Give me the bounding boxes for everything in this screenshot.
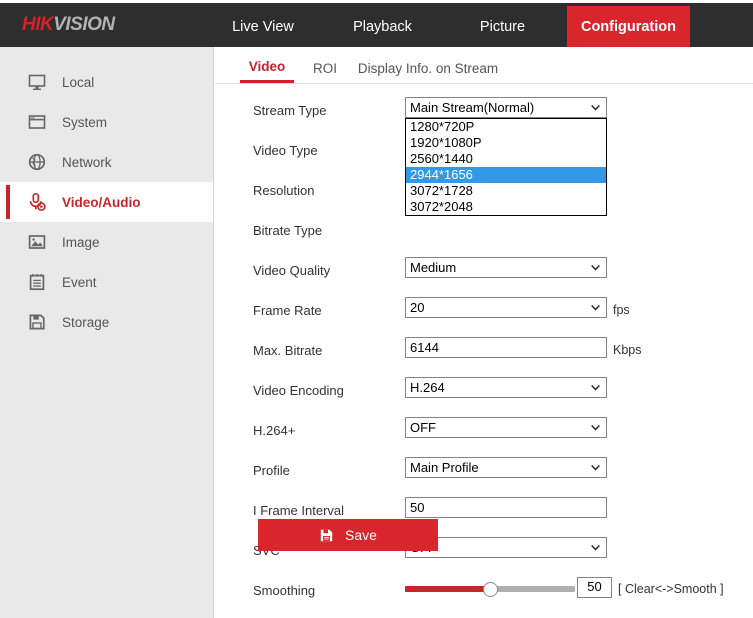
sidebar-item-image[interactable]: Image xyxy=(0,222,213,262)
sidebar-item-video-audio[interactable]: Video/Audio xyxy=(0,182,213,222)
stream-type-label: Stream Type xyxy=(253,103,327,118)
dropdown-option[interactable]: 1280*720P xyxy=(406,119,606,135)
form-row-video-quality: Video Quality Medium xyxy=(215,252,753,292)
form-row-max-bitrate: Max. Bitrate 6144 Kbps xyxy=(215,332,753,372)
nav-item-configuration[interactable]: Configuration xyxy=(567,6,690,47)
max-bitrate-input[interactable]: 6144 xyxy=(405,337,607,358)
profile-label: Profile xyxy=(253,463,290,478)
max-bitrate-unit: Kbps xyxy=(613,343,642,357)
form-row-stream-type: Stream Type Main Stream(Normal) 1280*720… xyxy=(215,92,753,216)
dropdown-option[interactable]: 3072*2048 xyxy=(406,199,606,215)
tab-bar: Video ROI Display Info. on Stream xyxy=(215,53,753,84)
max-bitrate-label: Max. Bitrate xyxy=(253,343,323,358)
resolution-label: Resolution xyxy=(253,183,315,198)
h264-plus-label: H.264+ xyxy=(253,423,296,438)
stream-type-value: Main Stream(Normal) xyxy=(410,100,535,115)
sidebar-item-system[interactable]: System xyxy=(0,102,213,142)
dropdown-option[interactable]: 2560*1440 xyxy=(406,151,606,167)
h264-plus-select[interactable]: OFF xyxy=(405,417,607,438)
logo-text-hik: HIK xyxy=(22,14,54,35)
sidebar-item-label: System xyxy=(62,114,108,130)
chevron-down-icon xyxy=(591,105,600,111)
smoothing-hint-label: [ Clear<->Smooth ] xyxy=(618,582,724,596)
i-frame-interval-value: 50 xyxy=(410,500,425,515)
chevron-down-icon xyxy=(591,545,600,551)
sidebar-item-label: Network xyxy=(62,154,112,170)
video-type-label: Video Type xyxy=(253,143,318,158)
h264-plus-value: OFF xyxy=(410,420,436,435)
video-quality-value: Medium xyxy=(410,260,457,275)
form-row-bitrate-type: Bitrate Type xyxy=(215,212,753,252)
sidebar-item-storage[interactable]: Storage xyxy=(0,302,213,342)
dropdown-option-selected[interactable]: 2944*1656 xyxy=(406,167,606,183)
microphone-icon xyxy=(26,191,48,213)
i-frame-interval-input[interactable]: 50 xyxy=(405,497,607,518)
video-quality-select[interactable]: Medium xyxy=(405,257,607,278)
frame-rate-select[interactable]: 20 xyxy=(405,297,607,318)
sidebar-item-network[interactable]: Network xyxy=(0,142,213,182)
profile-value: Main Profile xyxy=(410,460,479,475)
floppy-disk-icon xyxy=(320,529,333,541)
video-quality-label: Video Quality xyxy=(253,263,331,278)
smoothing-slider[interactable] xyxy=(405,582,575,597)
save-button[interactable]: Save xyxy=(258,519,438,551)
sidebar-item-local[interactable]: Local xyxy=(0,62,213,102)
chevron-down-icon xyxy=(591,465,600,471)
video-encoding-value: H.264 xyxy=(410,380,445,395)
chevron-down-icon xyxy=(591,265,600,271)
sidebar-item-label: Storage xyxy=(62,314,110,330)
form-row-frame-rate: Frame Rate 20 fps xyxy=(215,292,753,332)
form-row-profile: Profile Main Profile xyxy=(215,452,753,492)
smoothing-slider-fill xyxy=(405,586,490,592)
frame-rate-label: Frame Rate xyxy=(253,303,322,318)
sidebar-item-label: Local xyxy=(62,74,95,90)
top-header-bar: HIKVISION Live View Playback Picture Con… xyxy=(0,3,753,47)
save-button-label: Save xyxy=(345,527,377,543)
i-frame-interval-label: I Frame Interval xyxy=(253,503,345,518)
tab-display-info-on-stream[interactable]: Display Info. on Stream xyxy=(353,53,503,83)
monitor-icon xyxy=(26,71,48,93)
resolution-dropdown-list[interactable]: 1280*720P 1920*1080P 2560*1440 2944*1656… xyxy=(405,118,607,216)
smoothing-label: Smoothing xyxy=(253,583,316,598)
notepad-icon xyxy=(26,271,48,293)
frame-rate-unit: fps xyxy=(613,303,630,317)
sidebar-item-event[interactable]: Event xyxy=(0,262,213,302)
video-encoding-label: Video Encoding xyxy=(253,383,344,398)
content-panel: Video ROI Display Info. on Stream Stream… xyxy=(215,47,753,618)
globe-icon xyxy=(26,151,48,173)
smoothing-value-input[interactable]: 50 xyxy=(577,577,612,598)
profile-select[interactable]: Main Profile xyxy=(405,457,607,478)
chevron-down-icon xyxy=(591,385,600,391)
tab-roi[interactable]: ROI xyxy=(307,53,343,83)
nav-item-live-view[interactable]: Live View xyxy=(212,6,314,47)
hikvision-logo: HIKVISION xyxy=(22,14,115,36)
logo-text-vision: VISION xyxy=(53,14,115,35)
sidebar-list: Local System Network Video/Audio Image E… xyxy=(0,47,213,342)
tab-video[interactable]: Video xyxy=(240,53,294,83)
frame-rate-value: 20 xyxy=(410,300,425,315)
form-row-video-encoding: Video Encoding H.264 xyxy=(215,372,753,412)
window-icon xyxy=(26,111,48,133)
picture-icon xyxy=(26,231,48,253)
stream-type-select[interactable]: Main Stream(Normal) xyxy=(405,97,607,118)
sidebar-item-label: Event xyxy=(62,274,97,290)
sidebar-item-label: Image xyxy=(62,234,100,250)
sidebar-item-label: Video/Audio xyxy=(62,194,141,210)
smoothing-slider-handle[interactable] xyxy=(483,582,498,597)
dropdown-option[interactable]: 1920*1080P xyxy=(406,135,606,151)
bitrate-type-label: Bitrate Type xyxy=(253,223,323,238)
form-row-h264-plus: H.264+ OFF xyxy=(215,412,753,452)
dropdown-option[interactable]: 3072*1728 xyxy=(406,183,606,199)
max-bitrate-value: 6144 xyxy=(410,340,439,355)
nav-item-playback[interactable]: Playback xyxy=(330,6,435,47)
chevron-down-icon xyxy=(591,305,600,311)
form-row-smoothing: Smoothing 50 [ Clear<->Smooth ] xyxy=(215,572,753,612)
sidebar: Local System Network Video/Audio Image E… xyxy=(0,47,214,618)
chevron-down-icon xyxy=(591,425,600,431)
nav-item-picture[interactable]: Picture xyxy=(455,6,550,47)
floppy-icon xyxy=(26,311,48,333)
video-encoding-select[interactable]: H.264 xyxy=(405,377,607,398)
